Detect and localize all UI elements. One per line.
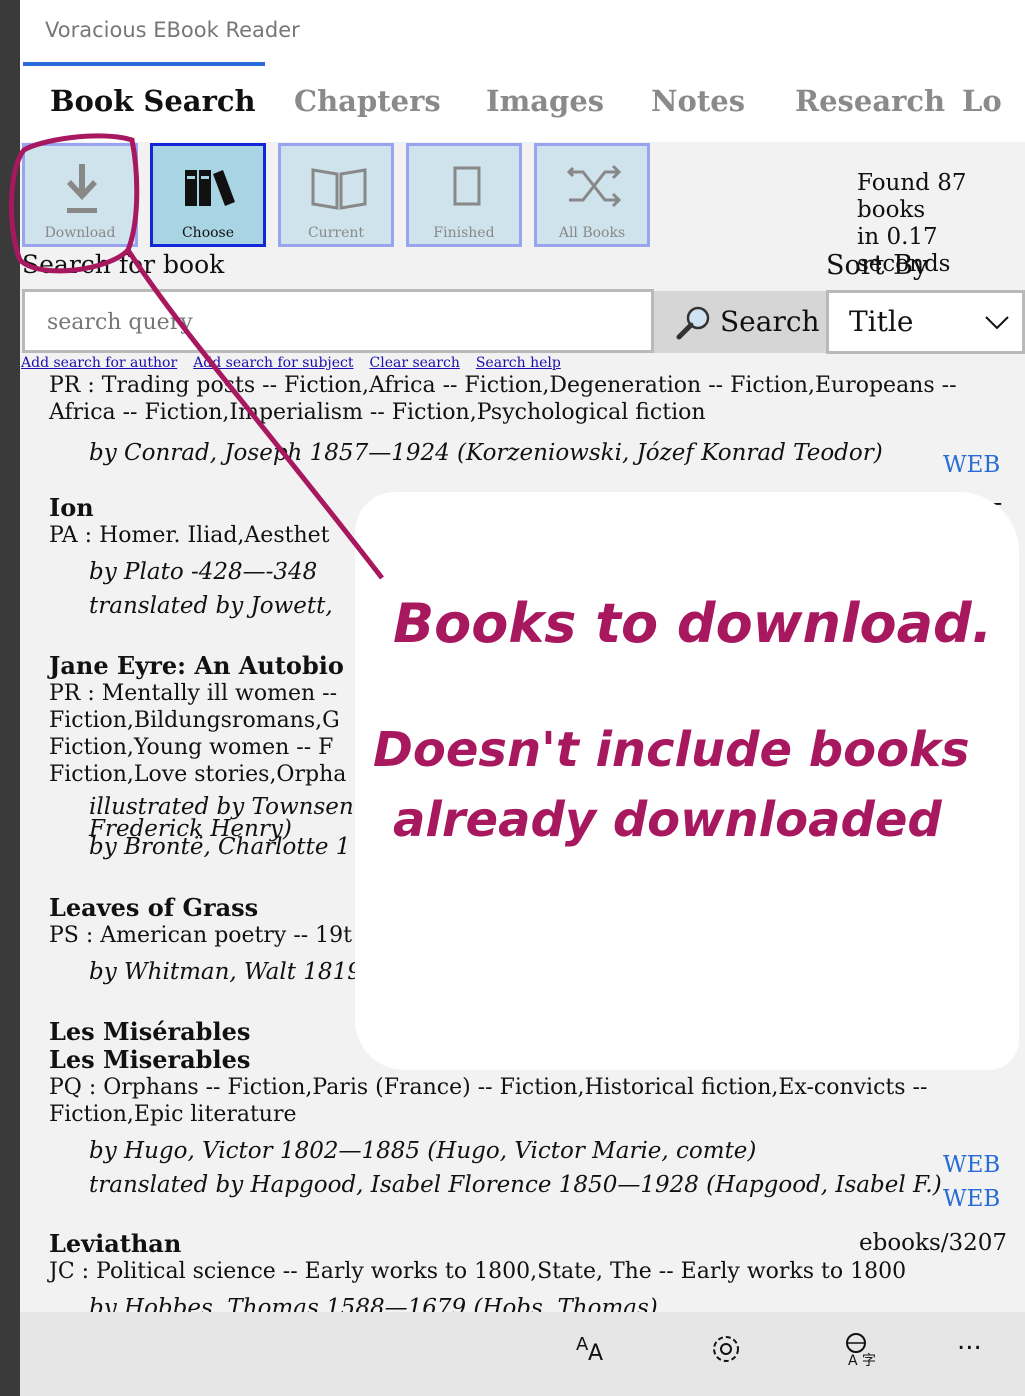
ink-circle-arrow <box>8 133 384 580</box>
